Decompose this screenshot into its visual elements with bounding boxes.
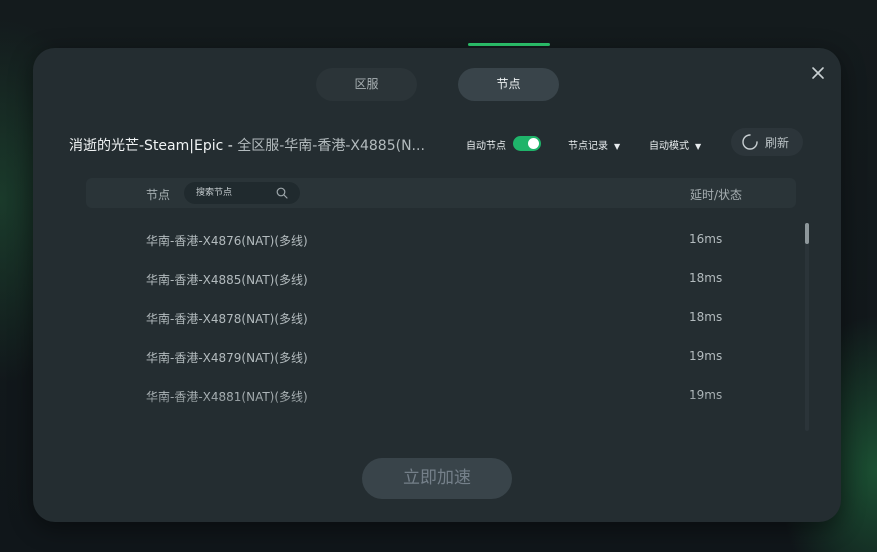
node-selection-dialog: 区服 节点 消逝的光芒-Steam|Epic - 全区服-华南-香港-X4885…	[33, 48, 841, 522]
node-latency: 18ms	[689, 271, 723, 285]
current-selection: 消逝的光芒-Steam|Epic - 全区服-华南-香港-X4885(N...	[69, 135, 425, 155]
node-name: 华南-香港-X4885(NAT)(多线)	[146, 273, 308, 287]
node-record-dropdown[interactable]: 节点记录 ▼	[568, 137, 620, 152]
node-row[interactable]: 华南-香港-X4879(NAT)(多线) 19ms	[86, 337, 786, 376]
node-column-header: 节点	[146, 188, 171, 202]
latency-column-header: 延时/状态	[690, 188, 743, 202]
auto-mode-label: 自动模式	[649, 141, 689, 152]
node-latency: 18ms	[689, 310, 723, 324]
node-name: 华南-香港-X4878(NAT)(多线)	[146, 312, 308, 326]
close-icon	[812, 67, 824, 79]
node-latency: 16ms	[689, 232, 723, 246]
node-search-box[interactable]	[184, 182, 300, 204]
close-button[interactable]	[809, 64, 827, 82]
chevron-down-icon: ▼	[695, 142, 702, 151]
tab-region[interactable]: 区服	[316, 68, 417, 101]
current-node-path: 全区服-华南-香港-X4885(N...	[237, 138, 425, 154]
node-row[interactable]: 华南-香港-X4876(NAT)(多线) 16ms	[86, 220, 786, 259]
search-icon[interactable]	[276, 187, 288, 199]
node-table-header: 节点 延时/状态	[86, 178, 796, 208]
node-name: 华南-香港-X4881(NAT)(多线)	[146, 390, 308, 404]
node-name: 华南-香港-X4876(NAT)(多线)	[146, 234, 308, 248]
refresh-button[interactable]: 刷新	[731, 128, 803, 156]
tab-node[interactable]: 节点	[458, 68, 559, 101]
node-row[interactable]: 华南-香港-X4881(NAT)(多线) 19ms	[86, 376, 786, 415]
title-separator: -	[223, 138, 238, 154]
top-active-indicator	[468, 43, 550, 46]
node-row[interactable]: 华南-香港-X4878(NAT)(多线) 18ms	[86, 298, 786, 337]
refresh-label: 刷新	[765, 136, 790, 150]
accelerate-now-button[interactable]: 立即加速	[362, 458, 512, 499]
node-latency: 19ms	[689, 349, 723, 363]
auto-node-toggle[interactable]	[513, 136, 541, 151]
chevron-down-icon: ▼	[614, 142, 621, 151]
node-latency: 19ms	[689, 388, 723, 402]
node-list[interactable]: 华南-香港-X4876(NAT)(多线) 16ms 华南-香港-X4885(NA…	[86, 220, 806, 434]
node-row[interactable]: 华南-香港-X4885(NAT)(多线) 18ms	[86, 259, 786, 298]
scrollbar-track[interactable]	[805, 223, 809, 431]
node-name: 华南-香港-X4879(NAT)(多线)	[146, 351, 308, 365]
scrollbar-thumb[interactable]	[805, 223, 809, 244]
refresh-icon	[742, 134, 758, 150]
auto-node-label: 自动节点	[466, 141, 506, 152]
game-name: 消逝的光芒-Steam|Epic	[69, 138, 224, 154]
node-record-label: 节点记录	[568, 141, 608, 152]
auto-mode-dropdown[interactable]: 自动模式 ▼	[649, 137, 701, 152]
node-search-input[interactable]	[196, 185, 276, 201]
